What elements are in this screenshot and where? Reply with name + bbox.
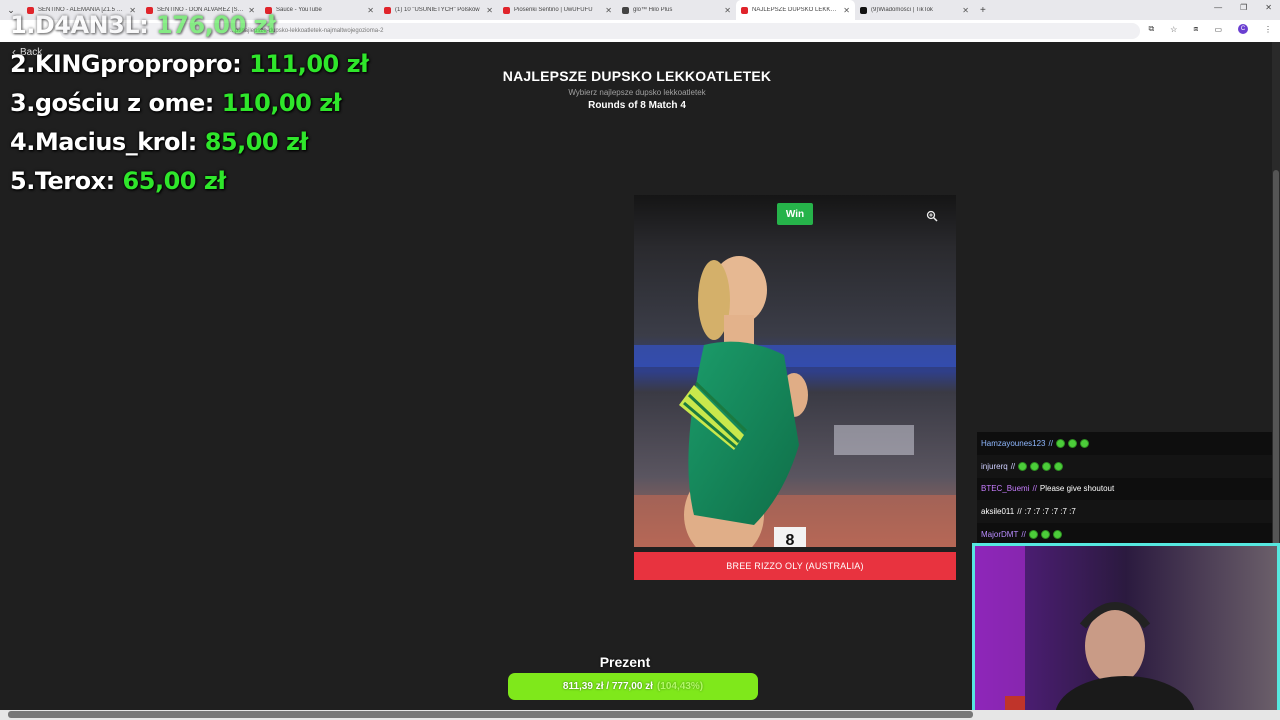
bracket-header: NAJLEPSZE DUPSKO LEKKOATLETEK Wybierz na… bbox=[460, 68, 814, 111]
leaderboard-amount: 110,00 zł bbox=[221, 89, 342, 117]
stream-chat: Hamzayounes123//injurerq//BTEC_Buemi//Pl… bbox=[977, 432, 1272, 546]
chat-separator: // bbox=[1032, 484, 1037, 494]
win-button[interactable]: Win bbox=[777, 203, 813, 225]
tab-label: Piosenki Sentino | UwUFUFU bbox=[514, 7, 593, 13]
minimize-icon[interactable]: — bbox=[1214, 3, 1222, 12]
contestant-card[interactable]: 8 bbox=[634, 195, 956, 547]
toolbar-icons: ⧉ ☆ ⧈ ▭ C ⋮ bbox=[1148, 24, 1272, 34]
tab-favicon-icon bbox=[622, 6, 629, 14]
leaderboard-row: 4.Macius_krol: 85,00 zł bbox=[10, 123, 368, 162]
chat-username: injurerq bbox=[981, 461, 1008, 471]
tab-close-icon[interactable]: ✕ bbox=[605, 6, 612, 15]
leaderboard-amount: 176,00 zł bbox=[156, 11, 276, 39]
tab-favicon-icon bbox=[741, 6, 748, 14]
leaderboard-row: 1.D4AN3L: 176,00 zł bbox=[10, 6, 368, 45]
restore-icon[interactable]: ❐ bbox=[1240, 3, 1247, 12]
chat-username: aksile011 bbox=[981, 507, 1015, 517]
translate-icon[interactable]: ⧉ bbox=[1148, 24, 1154, 34]
browser-tab[interactable]: Piosenki Sentino | UwUFUFU ✕ bbox=[498, 0, 617, 20]
chat-message: aksile011//:7 :7 :7 :7 :7 :7 bbox=[977, 500, 1272, 523]
sidebar-icon[interactable]: ▭ bbox=[1214, 25, 1222, 34]
goal-percent: (104,43%) bbox=[656, 681, 704, 692]
chat-text: Please give shoutout bbox=[1039, 484, 1115, 494]
extensions-icon[interactable]: ⧈ bbox=[1193, 24, 1198, 34]
leaderboard-name: 1.D4AN3L: bbox=[10, 11, 149, 39]
page-title: NAJLEPSZE DUPSKO LEKKOATLETEK bbox=[502, 68, 772, 84]
chat-emote-icon bbox=[1079, 438, 1089, 448]
horizontal-scroll-thumb[interactable] bbox=[8, 711, 973, 718]
chat-separator: // bbox=[1017, 507, 1022, 517]
webcam-overlay bbox=[972, 543, 1280, 720]
chat-emote-icon bbox=[1054, 461, 1064, 471]
tab-favicon-icon bbox=[503, 6, 510, 14]
leaderboard-amount: 85,00 zł bbox=[204, 128, 309, 156]
tab-close-icon[interactable]: ✕ bbox=[843, 6, 850, 15]
leaderboard-row: 2.KINGpropropro: 111,00 zł bbox=[10, 45, 369, 84]
chat-emote-icon bbox=[1040, 529, 1050, 539]
donation-leaderboard: 1.D4AN3L: 176,00 zł 2.KINGpropropro: 111,… bbox=[10, 6, 369, 201]
leaderboard-row: 5.Terox: 65,00 zł bbox=[10, 162, 368, 201]
close-window-icon[interactable]: ✕ bbox=[1265, 3, 1272, 12]
chat-username: Hamzayounes123 bbox=[981, 438, 1046, 448]
chat-emote-icon bbox=[1052, 529, 1062, 539]
tab-close-icon[interactable]: ✕ bbox=[486, 6, 493, 15]
chat-emote-icon bbox=[1018, 461, 1028, 471]
goal-amount: 811,39 zł / 777,00 zł bbox=[562, 681, 653, 692]
chat-username: MajorDMT bbox=[981, 529, 1019, 539]
tab-close-icon[interactable]: ✕ bbox=[962, 6, 969, 15]
leaderboard-name: 3.gościu z ome: bbox=[10, 89, 214, 117]
tab-favicon-icon bbox=[384, 6, 391, 14]
chat-message: Hamzayounes123// bbox=[977, 432, 1272, 455]
zoom-icon[interactable] bbox=[926, 210, 940, 224]
tab-label: (9)Wiadomości | TikTok bbox=[871, 7, 933, 13]
leaderboard-row: 3.gościu z ome: 110,00 zł bbox=[10, 84, 368, 123]
tab-label: (1) 10 "USUNIETYCH" Polsków bbox=[395, 7, 480, 13]
bookmark-star-icon[interactable]: ☆ bbox=[1170, 25, 1177, 34]
new-tab-button[interactable]: + bbox=[980, 5, 986, 16]
round-indicator: Rounds of 8 Match 4 bbox=[588, 100, 686, 111]
chat-emote-icon bbox=[1042, 461, 1052, 471]
browser-tab[interactable]: glo™ Hilo Plus ✕ bbox=[617, 0, 736, 20]
tab-close-icon[interactable]: ✕ bbox=[724, 6, 731, 15]
goal-progress-bar: 811,39 zł / 777,00 zł (104,43%) bbox=[508, 673, 758, 700]
chat-separator: // bbox=[1048, 438, 1053, 448]
leaderboard-amount: 65,00 zł bbox=[122, 167, 227, 195]
leaderboard-name: 4.Macius_krol: bbox=[10, 128, 197, 156]
chat-emote-icon bbox=[1055, 438, 1065, 448]
contestant-photo[interactable]: 8 bbox=[634, 195, 956, 547]
browser-tab[interactable]: NAJLEPSZE DUPSKO LEKKOATL...✕ bbox=[736, 0, 855, 20]
profile-avatar[interactable]: C bbox=[1238, 24, 1248, 34]
chat-text: :7 :7 :7 :7 :7 :7 bbox=[1024, 507, 1076, 517]
leaderboard-name: 2.KINGpropropro: bbox=[10, 50, 242, 78]
tab-label: glo™ Hilo Plus bbox=[633, 7, 673, 13]
svg-text:8: 8 bbox=[786, 532, 795, 547]
leaderboard-name: 5.Terox: bbox=[10, 167, 115, 195]
window-controls: — ❐ ✕ bbox=[1214, 3, 1272, 12]
tab-label: NAJLEPSZE DUPSKO LEKKOATL... bbox=[752, 7, 840, 13]
contestant-name-button[interactable]: BREE RIZZO OLY (AUSTRALIA) bbox=[634, 552, 956, 580]
chat-emote-icon bbox=[1030, 461, 1040, 471]
tab-favicon-icon bbox=[860, 6, 867, 14]
chat-emote-icon bbox=[1067, 438, 1077, 448]
chat-username: BTEC_Buemi bbox=[981, 484, 1030, 494]
browser-tab[interactable]: (9)Wiadomości | TikTok ✕ bbox=[855, 0, 974, 20]
chat-separator: // bbox=[1021, 529, 1026, 539]
menu-icon[interactable]: ⋮ bbox=[1264, 25, 1272, 34]
streamer-image bbox=[975, 546, 1277, 717]
leaderboard-amount: 111,00 zł bbox=[249, 50, 369, 78]
chat-emote-icon bbox=[1028, 529, 1038, 539]
chat-separator: // bbox=[1010, 461, 1016, 471]
chat-message: BTEC_Buemi//Please give shoutout bbox=[977, 477, 1272, 501]
browser-tab[interactable]: (1) 10 "USUNIETYCH" Polsków ✕ bbox=[379, 0, 498, 20]
page-subtitle: Wybierz najlepsze dupsko lekkoatletek bbox=[568, 88, 706, 97]
chat-message: injurerq// bbox=[977, 454, 1272, 478]
goal-label: Prezent bbox=[599, 654, 651, 670]
